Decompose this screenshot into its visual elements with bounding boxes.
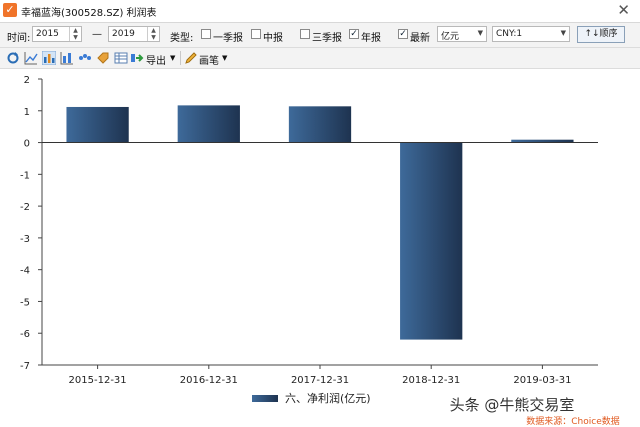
chevron-down-icon: ▼ (477, 29, 483, 37)
x-tick-label: 2015-12-31 (69, 375, 127, 386)
tag-icon[interactable] (96, 51, 110, 65)
y-tick-label: -1 (20, 170, 30, 181)
refresh-icon[interactable] (6, 51, 20, 65)
pen-icon[interactable] (184, 51, 198, 65)
line-chart-icon[interactable] (24, 51, 38, 65)
close-button[interactable]: ✕ (617, 1, 630, 19)
pen-label[interactable]: 画笔 (199, 52, 219, 67)
window-title: 幸福蓝海(300528.SZ) 利润表 (21, 8, 157, 19)
chevron-down-icon[interactable]: ▼ (170, 54, 175, 62)
app-check-icon: ✓ (3, 3, 17, 17)
type-label: 类型: (170, 33, 194, 44)
checkbox-annual-label: 年报 (361, 33, 381, 44)
checkbox-latest[interactable]: ✓ (398, 29, 408, 39)
currency-select[interactable]: CNY:1 ▼ (492, 26, 570, 42)
export-icon[interactable] (130, 51, 144, 65)
watermark-main: 头条 @牛熊交易室 (450, 396, 575, 414)
y-tick-label: 1 (24, 107, 30, 118)
chart-toolbar: 导出 ▼ 画笔 ▼ (0, 48, 640, 69)
y-axis: 2 1 0 -1 -2 -3 -4 -5 -6 -7 (20, 75, 43, 372)
checkbox-q3[interactable] (300, 29, 310, 39)
y-tick-label: -5 (20, 297, 30, 308)
bar[interactable] (66, 106, 129, 143)
x-tick-label: 2017-12-31 (291, 375, 349, 386)
y-tick-label: 0 (24, 139, 30, 150)
filter-bar: 时间: 2015 ▲ ▼ — 2019 ▲ ▼ 类型: 一季报 中报 三季报 ✓ 年… (0, 23, 640, 48)
chevron-down-icon[interactable]: ▼ (222, 54, 227, 62)
start-year-spinner[interactable]: 2015 ▲ ▼ (32, 26, 82, 42)
checkbox-half[interactable] (251, 29, 261, 39)
currency-value: CNY:1 (496, 29, 523, 39)
spinner-arrows-icon[interactable]: ▲ ▼ (69, 27, 81, 41)
checkbox-latest-label: 最新 (410, 33, 430, 44)
legend-swatch (252, 395, 278, 402)
x-tick-label: 2019-03-31 (513, 375, 571, 386)
bar-chart-icon[interactable] (42, 51, 56, 65)
checkbox-q1[interactable] (201, 29, 211, 39)
start-year-value: 2015 (36, 29, 59, 39)
y-tick-label: -4 (20, 266, 30, 277)
bar-series (66, 105, 574, 340)
x-tick-label: 2016-12-31 (180, 375, 238, 386)
stacked-bar-icon[interactable] (60, 51, 74, 65)
end-year-value: 2019 (112, 29, 135, 39)
time-label: 时间: (7, 33, 31, 44)
bar[interactable] (177, 105, 240, 143)
net-profit-chart: 210-1-2-3-4-5-6-7 2015-12-31 2016-12-31 20… (20, 75, 620, 427)
export-label[interactable]: 导出 (146, 52, 166, 67)
range-dash: — (92, 29, 102, 40)
table-icon[interactable] (114, 51, 128, 65)
watermark-source: 数据来源：Choice数据 (526, 415, 619, 427)
y-tick-label: -3 (20, 234, 30, 245)
spinner-arrows-icon[interactable]: ▲ ▼ (147, 27, 159, 41)
scatter-icon[interactable] (78, 51, 92, 65)
checkbox-q3-label: 三季报 (312, 33, 342, 44)
y-tick-label: 2 (24, 75, 30, 86)
title-bar: ✓ 幸福蓝海(300528.SZ) 利润表 ✕ (0, 0, 640, 23)
x-axis: 2015-12-31 2016-12-31 2017-12-31 2018-12-31… (42, 142, 598, 386)
unit-select[interactable]: 亿元 ▼ (437, 26, 487, 42)
toolbar-divider (180, 51, 181, 65)
end-year-spinner[interactable]: 2019 ▲ ▼ (108, 26, 160, 42)
legend-label: 六、净利润(亿元) (285, 391, 371, 405)
bar[interactable] (288, 106, 352, 143)
checkbox-annual[interactable]: ✓ (349, 29, 359, 39)
y-tick-label: -6 (20, 329, 30, 340)
checkbox-q1-label: 一季报 (213, 33, 243, 44)
bar[interactable] (400, 142, 463, 340)
order-button[interactable]: ↑↓顺序 (577, 26, 625, 43)
unit-value: 亿元 (441, 32, 460, 42)
y-tick-label: -2 (20, 202, 30, 213)
checkbox-half-label: 中报 (263, 33, 283, 44)
x-tick-label: 2018-12-31 (402, 375, 460, 386)
y-tick-label: -7 (20, 361, 30, 372)
legend: 六、净利润(亿元) (252, 391, 371, 405)
chevron-down-icon: ▼ (560, 29, 566, 37)
